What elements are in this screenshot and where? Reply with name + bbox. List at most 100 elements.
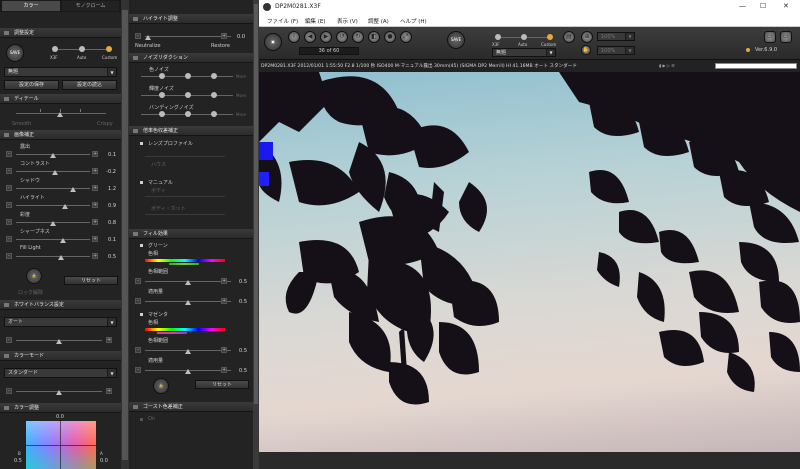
- color-adjust-wheel[interactable]: [26, 421, 96, 469]
- zoom-icon[interactable]: ⊕: [581, 31, 593, 43]
- color-mode-plus-button[interactable]: +: [106, 388, 112, 394]
- white-balance-select[interactable]: オート ▼: [4, 317, 117, 327]
- prev-icon[interactable]: ◀: [304, 31, 316, 43]
- load-settings-button[interactable]: 設定の読込: [62, 80, 117, 90]
- save-settings-button[interactable]: 設定の保存: [4, 80, 59, 90]
- lock-icon[interactable]: 🔒: [26, 268, 42, 284]
- save-icon[interactable]: SAVE: [447, 31, 465, 49]
- image-row-slider-knob[interactable]: [50, 221, 56, 226]
- image-row-plus-button[interactable]: +: [92, 151, 98, 157]
- noise-reduction-title[interactable]: ノイズリダクション: [129, 53, 253, 63]
- ghost-correction-title[interactable]: ゴースト色差補正: [129, 402, 253, 412]
- menu-adjust[interactable]: 調整 (A): [368, 17, 389, 25]
- noise-row-dot[interactable]: [185, 111, 191, 117]
- fill-amount-minus-button[interactable]: -: [135, 367, 141, 373]
- left-panel-scrollbar[interactable]: [121, 0, 129, 469]
- fill-range-plus-button[interactable]: +: [221, 347, 227, 353]
- layout-icon-2[interactable]: ▭: [780, 31, 792, 43]
- adjust-settings-title[interactable]: 調整設定: [0, 28, 121, 38]
- fill-range-slider-knob[interactable]: [185, 349, 191, 354]
- fullscreen-icon[interactable]: ⤢: [400, 31, 412, 43]
- toolbar-mode-custom-dot[interactable]: [547, 34, 553, 40]
- menu-view[interactable]: 表示 (V): [337, 17, 358, 25]
- noise-row-dot[interactable]: [159, 92, 165, 98]
- menu-file[interactable]: ファイル (F): [267, 17, 298, 25]
- image-row-minus-button[interactable]: -: [6, 202, 12, 208]
- menu-help[interactable]: ヘルプ (H): [400, 17, 427, 25]
- image-row-minus-button[interactable]: -: [6, 151, 12, 157]
- toolbar-mode-x3f-dot[interactable]: [495, 34, 501, 40]
- fill-hue-bar[interactable]: [145, 259, 225, 262]
- fill-amount-slider-knob[interactable]: [185, 369, 191, 374]
- toolbar-mode-auto-dot[interactable]: [521, 34, 527, 40]
- image-row-plus-button[interactable]: +: [92, 202, 98, 208]
- image-row-plus-button[interactable]: +: [92, 236, 98, 242]
- image-row-slider-knob[interactable]: [60, 238, 66, 243]
- mode-x3f-dot[interactable]: [52, 46, 58, 52]
- noise-row-dot[interactable]: [211, 111, 217, 117]
- fill-amount-minus-button[interactable]: -: [135, 298, 141, 304]
- image-row-plus-button[interactable]: +: [92, 168, 98, 174]
- noise-row-dot[interactable]: [185, 73, 191, 79]
- wb-plus-button[interactable]: +: [106, 337, 112, 343]
- record-icon[interactable]: ●: [384, 31, 396, 43]
- fill-hue-bar[interactable]: [145, 328, 225, 331]
- color-adjust-title[interactable]: カラー調整: [0, 403, 121, 413]
- noise-row-dot[interactable]: [159, 73, 165, 79]
- image-row-minus-button[interactable]: -: [6, 253, 12, 259]
- fill-color-checkbox[interactable]: [139, 243, 144, 248]
- color-mode-title[interactable]: カラーモード: [0, 351, 121, 361]
- highlight-slider-knob[interactable]: [145, 35, 151, 40]
- camera-icon[interactable]: ▣: [264, 33, 282, 51]
- fill-amount-plus-button[interactable]: +: [221, 298, 227, 304]
- fill-range-slider-knob[interactable]: [185, 280, 191, 285]
- highlight-plus-button[interactable]: +: [221, 33, 227, 39]
- color-mode-minus-button[interactable]: -: [6, 388, 12, 394]
- tab-color[interactable]: カラー: [2, 1, 60, 11]
- color-mode-select[interactable]: スタンダード ▼: [4, 368, 117, 378]
- fill-range-minus-button[interactable]: -: [135, 278, 141, 284]
- toolbar-preset-select[interactable]: 無題 ▼: [492, 48, 556, 57]
- fill-amount-slider-knob[interactable]: [185, 300, 191, 305]
- image-row-plus-button[interactable]: +: [92, 253, 98, 259]
- next-icon[interactable]: ▶: [320, 31, 332, 43]
- minimize-button[interactable]: —: [739, 2, 746, 10]
- image-row-minus-button[interactable]: -: [6, 236, 12, 242]
- tab-monochrome[interactable]: モノクローム: [62, 1, 119, 11]
- image-row-slider-knob[interactable]: [52, 170, 58, 175]
- color-mode-slider-knob[interactable]: [56, 390, 62, 395]
- lens-profile-checkbox[interactable]: [139, 141, 144, 146]
- highlight-minus-button[interactable]: -: [135, 33, 141, 39]
- scroll-thumb[interactable]: [122, 10, 128, 460]
- scroll-thumb[interactable]: [254, 4, 258, 404]
- maximize-button[interactable]: ☐: [760, 2, 766, 10]
- compare-icon[interactable]: ◧: [368, 31, 380, 43]
- highlight-adjust-title[interactable]: ハイライト調整: [129, 14, 253, 24]
- fill-range-plus-button[interactable]: +: [221, 278, 227, 284]
- image-row-slider-knob[interactable]: [62, 204, 68, 209]
- menu-edit[interactable]: 編集 (E): [305, 17, 326, 25]
- wb-slider-knob[interactable]: [56, 339, 62, 344]
- fill-lock-icon[interactable]: 🔒: [153, 378, 169, 394]
- rotate-right-icon[interactable]: ↻: [352, 31, 364, 43]
- image-reset-button[interactable]: リセット: [64, 276, 118, 285]
- wb-minus-button[interactable]: -: [6, 337, 12, 343]
- image-row-slider-knob[interactable]: [50, 153, 56, 158]
- hand-icon[interactable]: ✋: [581, 45, 591, 55]
- layout-icon-1[interactable]: ▭: [764, 31, 776, 43]
- histogram-icon[interactable]: ▤: [563, 31, 575, 43]
- zoom-select-1[interactable]: 100% ▼: [597, 32, 635, 41]
- image-row-slider-knob[interactable]: [58, 255, 64, 260]
- image-row-minus-button[interactable]: -: [6, 168, 12, 174]
- fill-amount-plus-button[interactable]: +: [221, 367, 227, 373]
- preset-select[interactable]: 無題 ▼: [4, 67, 117, 77]
- mode-custom-dot[interactable]: [106, 46, 112, 52]
- close-button[interactable]: ✕: [783, 2, 789, 10]
- image-row-slider-knob[interactable]: [70, 187, 76, 192]
- noise-row-dot[interactable]: [185, 92, 191, 98]
- rotate-left-icon[interactable]: ↺: [336, 31, 348, 43]
- mode-auto-dot[interactable]: [79, 46, 85, 52]
- image-correction-title[interactable]: 画像補正: [0, 130, 121, 140]
- white-balance-title[interactable]: ホワイトバランス設定: [0, 300, 121, 310]
- fill-color-checkbox[interactable]: [139, 312, 144, 317]
